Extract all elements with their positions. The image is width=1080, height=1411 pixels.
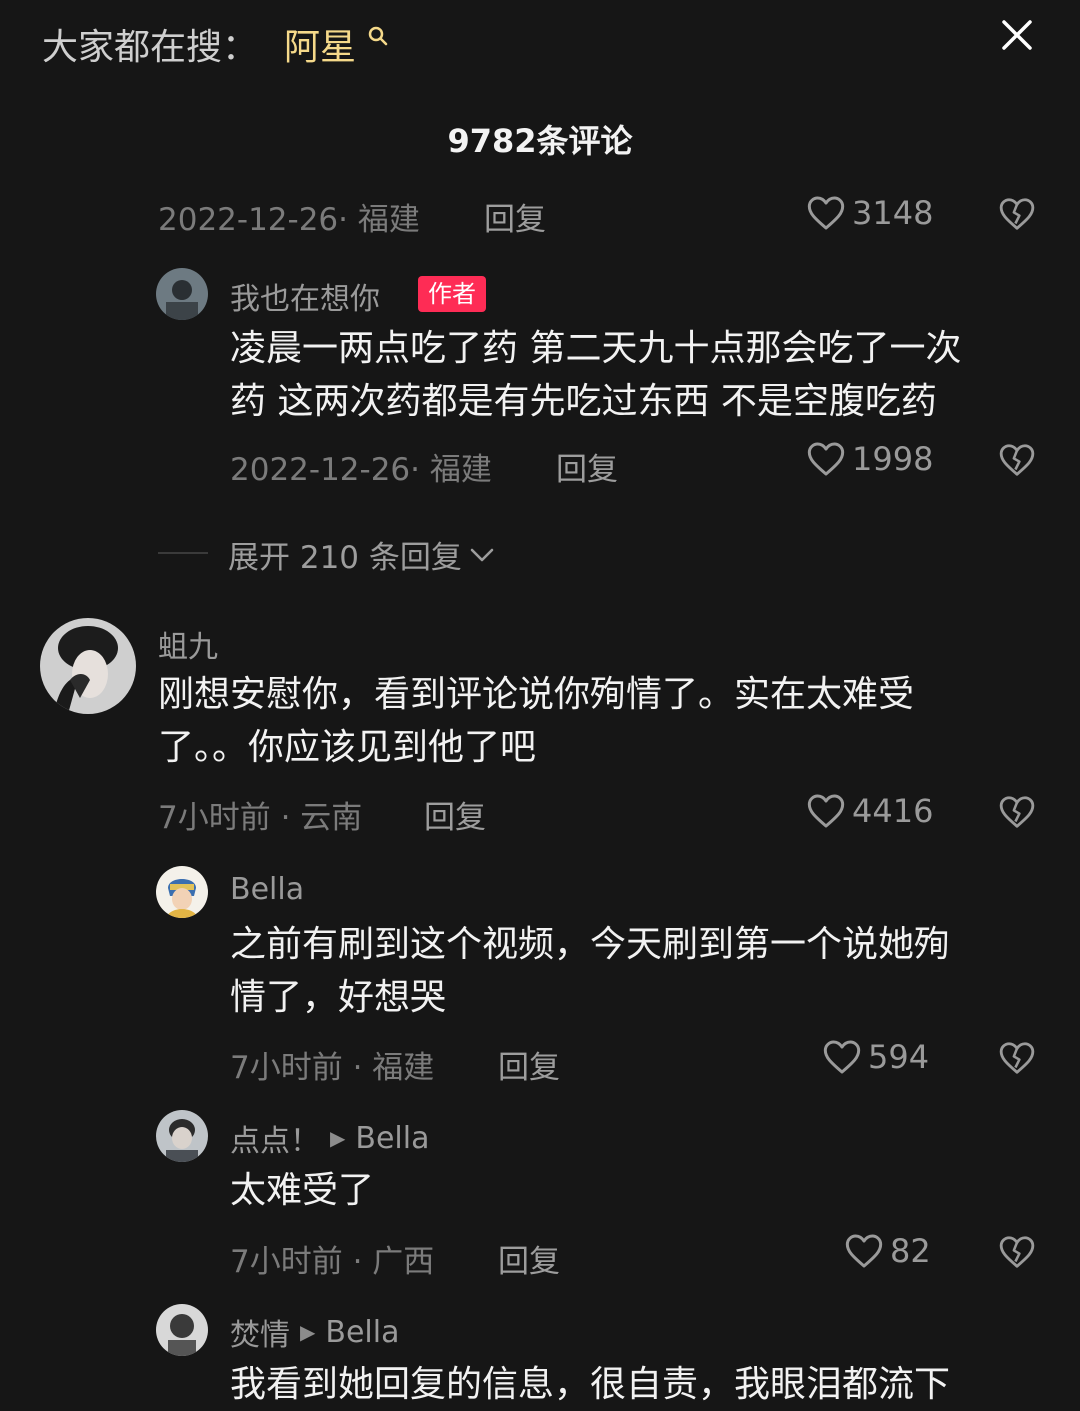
broken-heart-icon[interactable] — [998, 794, 1036, 830]
reply-button[interactable]: 回复 — [498, 1042, 560, 1087]
avatar[interactable] — [156, 866, 208, 918]
broken-heart-icon[interactable] — [998, 1234, 1036, 1270]
comment-meta: 7小时前 · 广西 — [230, 1244, 435, 1280]
heart-outline-icon — [807, 442, 845, 476]
broken-heart-icon[interactable] — [998, 442, 1036, 478]
like-count: 4416 — [852, 792, 934, 830]
like-button[interactable]: 82 — [844, 1232, 931, 1270]
reply-to-username[interactable]: Bella — [355, 1121, 429, 1156]
avatar[interactable] — [156, 1304, 208, 1356]
close-icon[interactable] — [996, 14, 1038, 56]
like-button[interactable]: 3148 — [806, 194, 933, 232]
reply-header: 点点！ ▶ Bella — [230, 1116, 429, 1160]
comment-text-line: 凌晨一两点吃了药 第二天九十点那会吃了一次 — [230, 328, 962, 369]
comment-count-title: 9782条评论 — [447, 122, 633, 160]
like-button[interactable]: 1998 — [806, 440, 933, 478]
like-count: 1998 — [852, 440, 934, 478]
like-count: 3148 — [852, 194, 934, 232]
username[interactable]: 点点！ — [230, 1116, 320, 1160]
reply-button[interactable]: 回复 — [424, 792, 486, 837]
heart-outline-icon — [807, 196, 845, 230]
like-button[interactable]: 594 — [822, 1038, 929, 1076]
heart-outline-icon — [845, 1234, 883, 1268]
comment-text-line: 太难受了 — [230, 1170, 375, 1211]
chevron-down-icon — [470, 548, 494, 561]
avatar[interactable] — [40, 618, 136, 714]
reply-header: 焚情 ▶ Bella — [230, 1310, 399, 1354]
username[interactable]: 我也在想你 — [230, 274, 380, 318]
username[interactable]: 焚情 — [230, 1310, 290, 1354]
broken-heart-icon[interactable] — [998, 1040, 1036, 1076]
expand-replies-label: 展开 210 条回复 — [228, 540, 462, 576]
comment-meta: 7小时前 · 云南 — [158, 800, 363, 836]
play-arrow-icon: ▶ — [300, 1320, 316, 1344]
comment-text-line: 药 这两次药都是有先吃过东西 不是空腹吃药 — [230, 381, 937, 422]
username[interactable]: Bella — [230, 872, 304, 907]
author-badge: 作者 — [418, 276, 486, 312]
comment-text-line: 之前有刷到这个视频，今天刷到第一个说她殉 — [230, 924, 951, 965]
comment-meta: 2022-12-26· 福建 — [158, 202, 420, 238]
reply-button[interactable]: 回复 — [556, 444, 618, 489]
heart-outline-icon — [823, 1040, 861, 1074]
heart-outline-icon — [807, 794, 845, 828]
comment-text-line: 了。。你应该见到他了吧 — [158, 727, 537, 768]
comment-meta: 2022-12-26· 福建 — [230, 452, 492, 488]
like-count: 594 — [868, 1038, 930, 1076]
play-arrow-icon: ▶ — [330, 1126, 346, 1150]
search-icon[interactable] — [366, 24, 390, 48]
reply-button[interactable]: 回复 — [484, 194, 546, 239]
like-count: 82 — [890, 1232, 931, 1270]
reply-to-username[interactable]: Bella — [325, 1315, 399, 1350]
comment-text-line: 我看到她回复的信息，很自责，我眼泪都流下 — [230, 1364, 951, 1405]
avatar[interactable] — [156, 268, 208, 320]
comment-text-line: 刚想安慰你，看到评论说你殉情了。实在太难受 — [158, 674, 915, 715]
divider — [158, 552, 208, 554]
trending-search-term[interactable]: 阿星 — [284, 18, 356, 70]
search-prefix: 大家都在搜： — [42, 27, 259, 68]
expand-replies-button[interactable]: 展开 210 条回复 — [228, 532, 496, 577]
reply-button[interactable]: 回复 — [498, 1236, 560, 1281]
comment-text-line: 情了，好想哭 — [230, 977, 447, 1018]
broken-heart-icon[interactable] — [998, 196, 1036, 232]
username[interactable]: 蛆九 — [158, 622, 218, 666]
like-button[interactable]: 4416 — [806, 792, 933, 830]
comment-meta: 7小时前 · 福建 — [230, 1050, 435, 1086]
avatar[interactable] — [156, 1110, 208, 1162]
